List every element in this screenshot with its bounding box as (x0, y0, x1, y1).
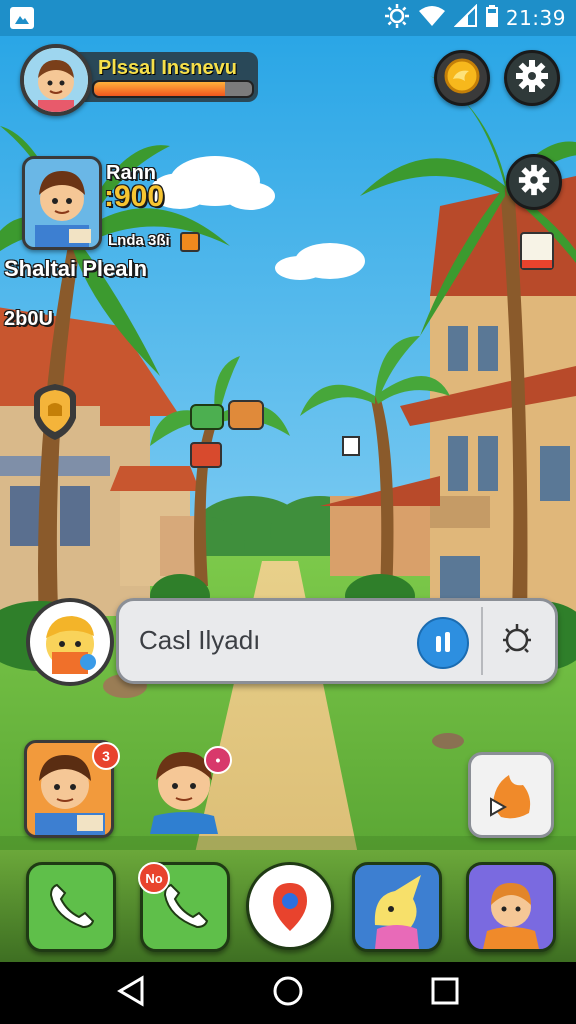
bug-icon (500, 622, 534, 661)
signal-icon (453, 3, 478, 33)
score-value: :900 (104, 180, 165, 213)
party-member-1-badge: 3 (92, 742, 120, 770)
wifi-icon (418, 5, 446, 32)
gold-coin-button[interactable] (434, 50, 490, 106)
character-portrait[interactable] (22, 156, 102, 250)
level-text: Lnda 3ßi (108, 232, 170, 249)
app-notification-icon (10, 7, 34, 29)
scene-marker-flag[interactable] (190, 442, 222, 468)
report-button[interactable] (495, 619, 539, 663)
level-badge-icon (180, 232, 200, 252)
brightness-icon (384, 3, 410, 34)
character-card (469, 883, 553, 949)
phone-icon (29, 883, 113, 949)
coin-icon (443, 57, 481, 100)
player-name: Plssal Insnevu (98, 57, 237, 79)
status-time: 21:39 (505, 6, 566, 30)
dock-phone-1[interactable] (26, 862, 116, 952)
chat-npc-avatar[interactable] (26, 598, 114, 686)
chat-message: Casl Ilyadı (139, 625, 261, 655)
counter-value: 2b0U (4, 308, 53, 330)
recents-button[interactable] (430, 974, 460, 1013)
shield-icon (30, 384, 80, 446)
shield-badge[interactable] (30, 382, 80, 442)
bubble-divider (481, 607, 483, 675)
party-member-2-badge: • (204, 746, 232, 774)
player-avatar[interactable] (20, 44, 92, 116)
phone-icon (143, 883, 227, 949)
dock-phone-2-badge: No (138, 862, 170, 894)
dock-character-1[interactable] (352, 862, 442, 952)
info-button[interactable] (417, 617, 469, 669)
play-flame-icon (471, 775, 551, 839)
back-button[interactable] (116, 974, 146, 1013)
scene-marker-small[interactable] (342, 436, 360, 456)
gear-icon (517, 163, 551, 202)
battery-icon (485, 4, 498, 32)
player-health-bar (92, 80, 254, 98)
location-name: Shaltai Plealn (4, 256, 148, 281)
android-nav-bar (0, 962, 576, 1024)
chat-bubble[interactable]: Casl Ilyadı (116, 598, 558, 684)
dock-character-2[interactable] (466, 862, 556, 952)
play-action-button[interactable] (468, 752, 554, 838)
notice-card-stripe (522, 260, 552, 268)
player-health-fill (94, 82, 226, 96)
info-icon (430, 628, 456, 659)
character-card (355, 875, 439, 949)
scene-marker-green[interactable] (190, 404, 224, 430)
status-bar: 21:39 (0, 0, 576, 36)
notice-card-icon[interactable] (520, 232, 554, 270)
secondary-settings-button[interactable] (506, 154, 562, 210)
gear-icon (514, 58, 550, 99)
scene-marker-npc[interactable] (228, 400, 264, 430)
home-button[interactable] (272, 974, 304, 1013)
dock-map-button[interactable] (246, 862, 334, 950)
settings-button[interactable] (504, 50, 560, 106)
